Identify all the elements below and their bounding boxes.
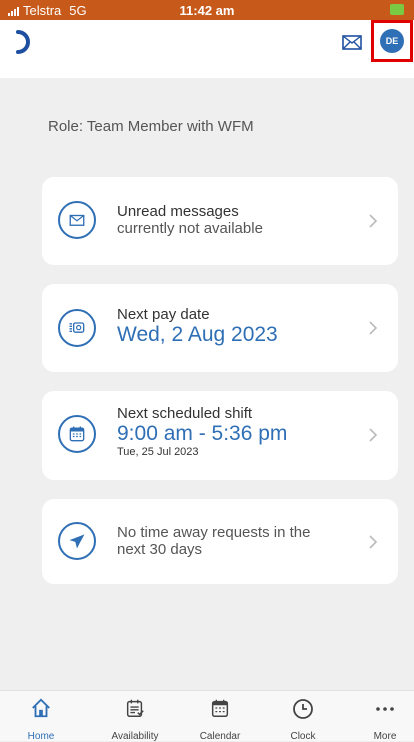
card-subtitle: next 30 days	[117, 541, 203, 558]
calendar-icon	[211, 699, 229, 717]
shift-date: Tue, 25 Jul 2023	[117, 446, 199, 458]
card-title: Unread messages	[117, 203, 239, 220]
avatar: DE	[380, 29, 404, 53]
envelope-icon[interactable]	[340, 30, 364, 54]
role-label: Role: Team Member with WFM	[48, 118, 254, 135]
chevron-right-icon	[369, 321, 378, 335]
next-pay-date-card[interactable]: Next pay date Wed, 2 Aug 2023	[42, 284, 398, 372]
tab-label: Home	[27, 731, 55, 742]
airplane-icon	[58, 522, 96, 560]
tab-home[interactable]: Home	[13, 691, 69, 742]
avatar-button[interactable]: DE	[371, 20, 413, 62]
envelope-icon	[58, 201, 96, 239]
tab-availability[interactable]: Availability	[99, 691, 171, 742]
unread-messages-card[interactable]: Unread messages currently not available	[42, 177, 398, 265]
next-shift-card[interactable]: Next scheduled shift 9:00 am - 5:36 pm T…	[42, 391, 398, 480]
availability-icon	[126, 699, 144, 717]
card-title: Next scheduled shift	[117, 405, 253, 422]
time-away-card[interactable]: No time away requests in the next 30 day…	[42, 499, 398, 584]
battery-icon	[390, 4, 404, 15]
home-icon	[32, 698, 50, 718]
tab-calendar[interactable]: Calendar	[187, 691, 253, 742]
money-icon	[58, 309, 96, 347]
card-subtitle: currently not available	[117, 220, 263, 237]
clock-time: 11:42 am	[179, 3, 235, 18]
more-icon	[376, 707, 394, 711]
shift-time-value: 9:00 am - 5:36 pm	[117, 422, 288, 445]
clock-icon	[293, 699, 313, 719]
card-title: Next pay date	[117, 306, 210, 323]
calendar-icon	[58, 415, 96, 453]
status-bar: Telstra 5G 11:42 am	[0, 0, 414, 20]
app-header: DE	[0, 20, 414, 78]
tab-clock[interactable]: Clock	[277, 691, 329, 742]
tab-label: Clock	[290, 731, 316, 742]
tab-label: Calendar	[199, 731, 241, 742]
card-title: No time away requests in the	[117, 524, 311, 541]
tab-more[interactable]: More	[360, 691, 410, 742]
tab-label: Availability	[111, 731, 159, 742]
bottom-tab-bar: Home Availability Calendar Clock More	[0, 690, 414, 742]
chevron-right-icon	[369, 535, 378, 549]
chevron-right-icon	[369, 214, 378, 228]
pay-date-value: Wed, 2 Aug 2023	[117, 323, 278, 346]
tab-label: More	[373, 731, 397, 742]
crescent-logo-icon[interactable]	[12, 28, 40, 56]
chevron-right-icon	[369, 428, 378, 442]
